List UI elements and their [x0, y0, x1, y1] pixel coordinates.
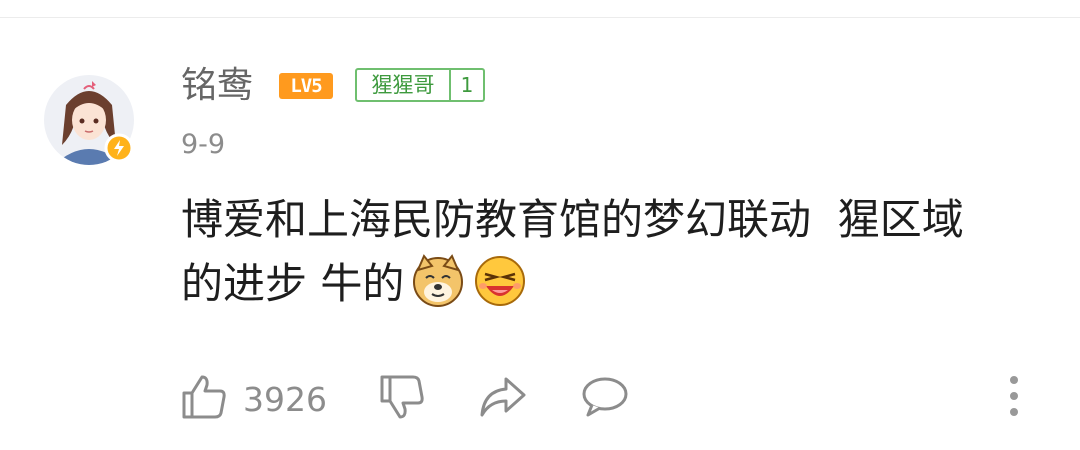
laughing-emoji: [475, 256, 526, 306]
more-icon[interactable]: [1004, 374, 1024, 420]
user-avatar[interactable]: [44, 75, 134, 165]
doge-emoji: [413, 254, 464, 307]
comment-text: 博爱和上海民防教育馆的梦幻联动 猩区域 的进步 牛的: [181, 188, 1041, 316]
like-count: 3926: [243, 380, 327, 419]
level-badge: LV5: [279, 73, 333, 99]
fan-badge[interactable]: 猩猩哥 1: [355, 68, 485, 102]
reply-icon[interactable]: [580, 375, 630, 419]
thumbs-up-icon[interactable]: [180, 373, 228, 421]
username[interactable]: 铭鸯: [181, 64, 253, 108]
verified-icon: [104, 133, 134, 163]
top-divider: [0, 17, 1080, 18]
thumbs-down-icon[interactable]: [378, 373, 426, 421]
fan-badge-name: 猩猩哥: [371, 73, 435, 97]
comment-text-line2: 的进步 牛的: [181, 259, 405, 308]
share-icon[interactable]: [478, 375, 528, 419]
fan-badge-level: 1: [460, 73, 474, 97]
comment-text-line1: 博爱和上海民防教育馆的梦幻联动 猩区域: [181, 195, 964, 244]
comment-date: 9-9: [181, 129, 226, 160]
